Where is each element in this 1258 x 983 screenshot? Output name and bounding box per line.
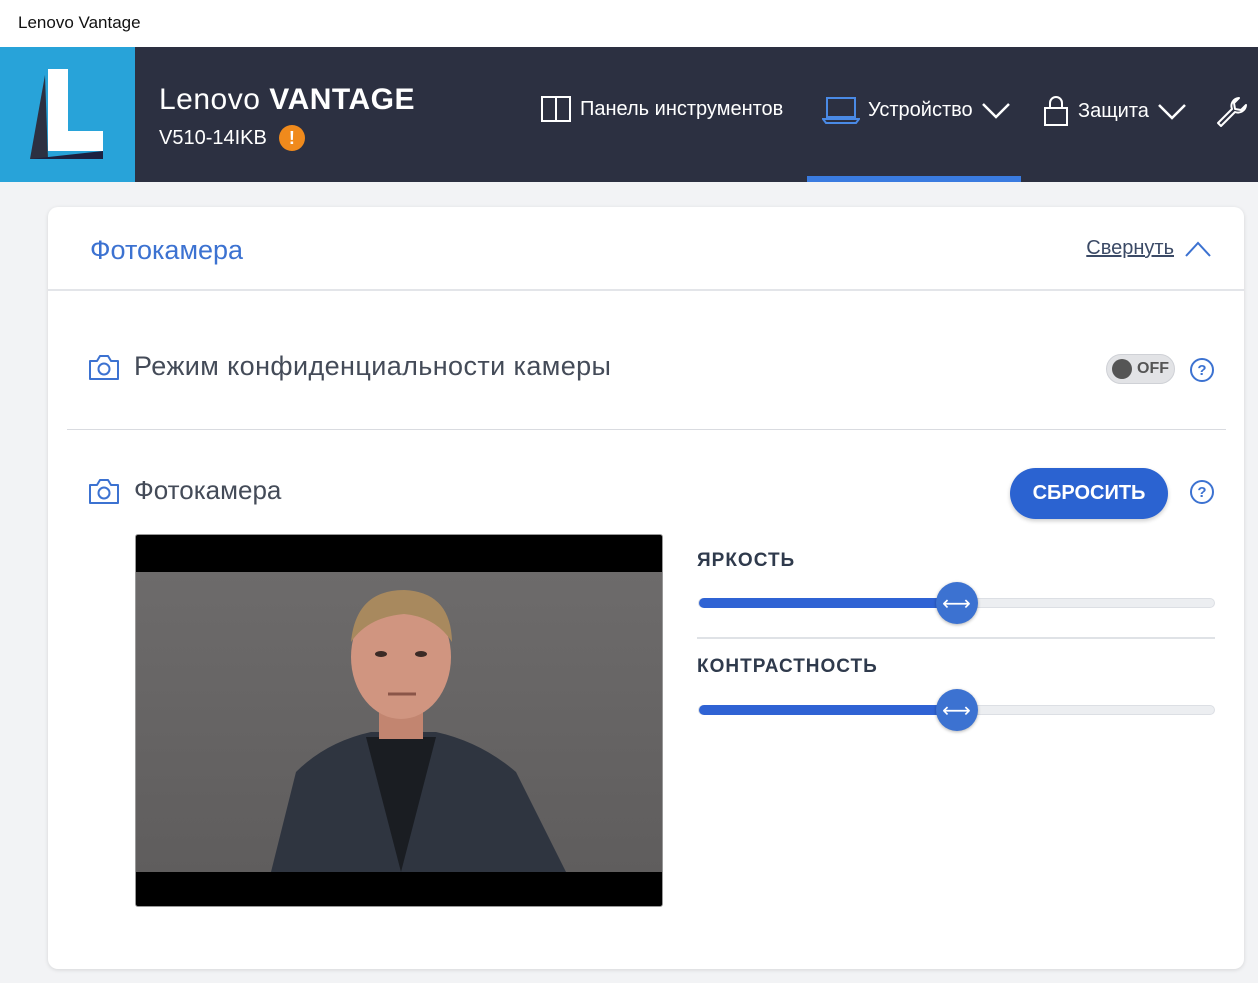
nav-security[interactable]: Защита: [1042, 95, 1187, 127]
app-header: Lenovo VANTAGE V510-14IKB ! Панель инстр…: [0, 47, 1258, 182]
lenovo-logo[interactable]: [0, 47, 135, 182]
nav-tools[interactable]: [1215, 95, 1249, 129]
card-title: Фотокамера: [90, 235, 244, 265]
person-figure: [271, 590, 566, 872]
chevron-up-icon: [1185, 241, 1211, 257]
privacy-mode-row: Режим конфиденциальности камеры: [88, 351, 611, 382]
laptop-icon: [822, 97, 860, 124]
privacy-mode-toggle[interactable]: OFF: [1106, 354, 1175, 384]
section-divider: [67, 429, 1226, 430]
privacy-mode-label: Режим конфиденциальности камеры: [134, 351, 612, 381]
brand-name: Lenovo VANTAGE: [159, 83, 415, 117]
warning-icon[interactable]: !: [278, 125, 305, 151]
brightness-slider-fill: [699, 598, 957, 608]
brand-prefix: Lenovo: [159, 83, 261, 116]
brightness-slider[interactable]: ⟷: [698, 582, 1215, 624]
collapse-label: Свернуть: [1086, 237, 1174, 259]
wrench-icon: [1217, 97, 1247, 127]
nav-dashboard[interactable]: Панель инструментов: [540, 95, 783, 123]
contrast-label: КОНТРАСТНОСТЬ: [697, 656, 878, 677]
camera-help-icon[interactable]: ?: [1190, 480, 1214, 504]
camera-icon: [89, 478, 119, 504]
camera-card: Фотокамера Свернуть Режим конфиденциальн…: [48, 207, 1244, 969]
toggle-knob: [1112, 359, 1132, 379]
camera-feed-image: [136, 572, 662, 872]
contrast-slider-fill: [699, 705, 957, 715]
lock-icon: [1044, 96, 1068, 126]
reset-button[interactable]: СБРОСИТЬ: [1010, 468, 1168, 519]
chevron-down-icon: [1158, 104, 1186, 120]
dashboard-icon: [541, 96, 571, 122]
brightness-slider-thumb[interactable]: ⟷: [935, 582, 978, 624]
nav-dashboard-label: Панель инструментов: [580, 97, 784, 120]
contrast-slider[interactable]: ⟷: [698, 689, 1215, 731]
device-model: V510-14IKB !: [159, 125, 305, 151]
brand-main: VANTAGE: [269, 83, 416, 116]
camera-label: Фотокамера: [134, 475, 282, 505]
nav-active-indicator: [807, 176, 1021, 182]
chevron-down-icon: [981, 103, 1010, 119]
contrast-slider-thumb[interactable]: ⟷: [935, 689, 978, 731]
window-titlebar: Lenovo Vantage: [0, 0, 1258, 47]
model-label: V510-14IKB: [159, 126, 267, 149]
collapse-link[interactable]: Свернуть: [1086, 237, 1212, 260]
nav-device[interactable]: Устройство: [822, 95, 1011, 125]
slider-divider: [697, 637, 1215, 639]
nav-device-label: Устройство: [868, 98, 973, 121]
window-title: Lenovo Vantage: [18, 13, 141, 32]
privacy-help-icon[interactable]: ?: [1190, 358, 1214, 382]
nav-security-label: Защита: [1078, 99, 1149, 122]
camera-icon: [89, 354, 119, 380]
camera-preview: [135, 534, 663, 907]
toggle-state-label: OFF: [1137, 360, 1169, 377]
camera-row: Фотокамера: [88, 475, 281, 506]
card-divider: [48, 289, 1244, 291]
lenovo-logo-icon: [30, 69, 103, 159]
brightness-label: ЯРКОСТЬ: [697, 550, 796, 571]
